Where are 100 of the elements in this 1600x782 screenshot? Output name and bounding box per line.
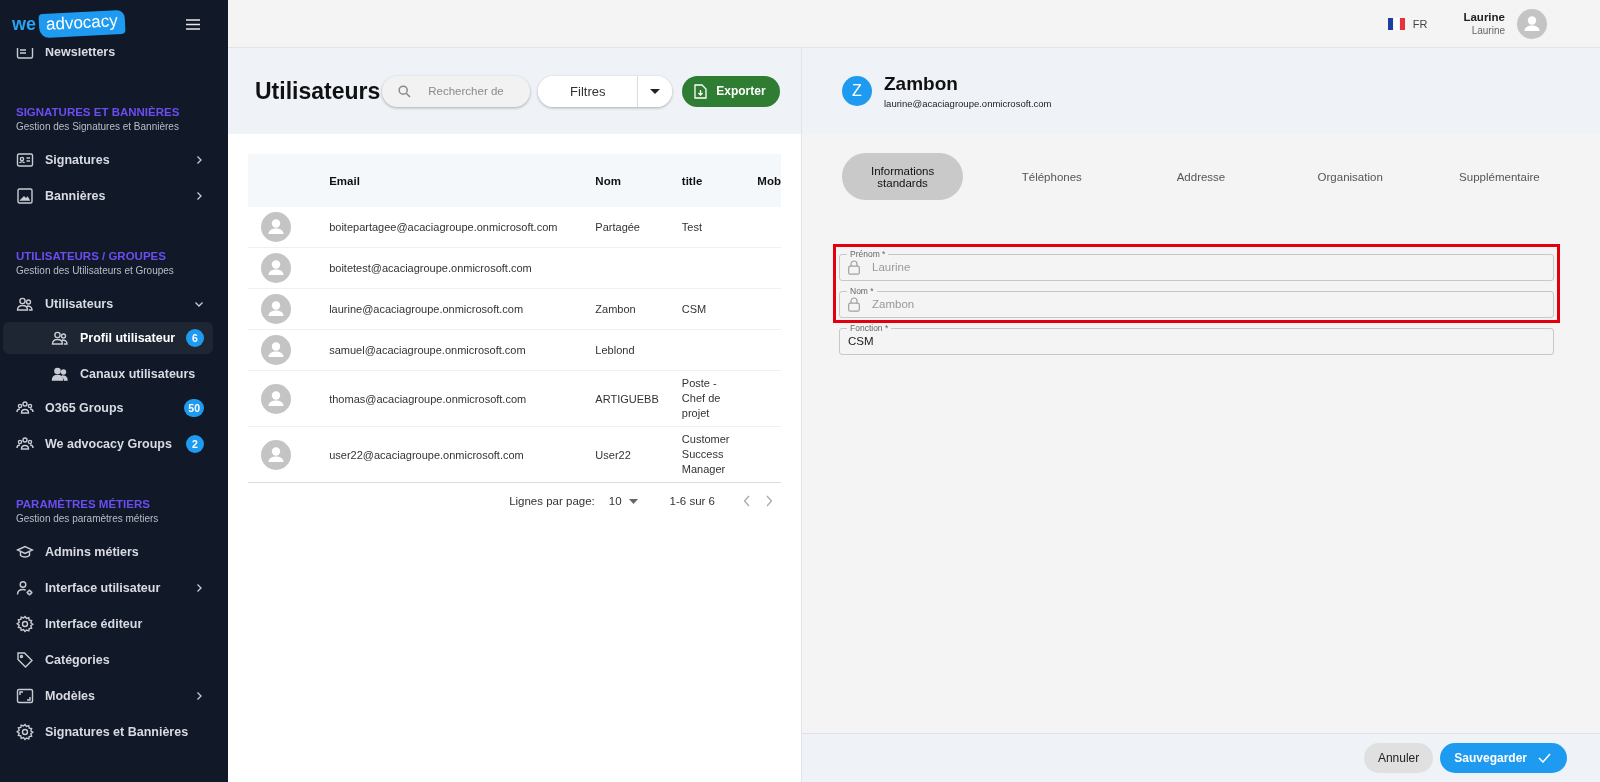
user-name: Laurine bbox=[1463, 11, 1505, 23]
avatar-icon bbox=[261, 212, 291, 242]
count-badge: 2 bbox=[186, 435, 204, 453]
tab[interactable]: Organisation bbox=[1289, 153, 1411, 200]
next-page-icon[interactable] bbox=[765, 495, 773, 507]
table-cell: User22 bbox=[595, 448, 631, 461]
file-download-icon bbox=[694, 83, 708, 99]
rows-per-page-label: Lignes par page: bbox=[509, 495, 595, 507]
page-range: 1-6 sur 6 bbox=[669, 495, 715, 507]
section-title: PARAMÈTRES MÉTIERS bbox=[16, 498, 151, 510]
gear-icon bbox=[16, 723, 34, 741]
table-cell: Leblond bbox=[595, 344, 635, 356]
users-icon bbox=[51, 329, 69, 347]
text-field[interactable]: Fonction * CSM bbox=[839, 324, 1554, 355]
users-solid-icon bbox=[51, 365, 69, 383]
group-icon bbox=[16, 399, 34, 417]
nav-item[interactable]: Bannières bbox=[0, 178, 228, 214]
tab[interactable]: Informations standards bbox=[842, 153, 964, 200]
gear-icon bbox=[16, 615, 34, 633]
nav-item[interactable]: Signatures bbox=[0, 142, 228, 178]
user-gear-icon bbox=[16, 579, 34, 597]
previous-page-icon[interactable] bbox=[743, 495, 751, 507]
nav-item[interactable]: Utilisateurs bbox=[0, 286, 228, 322]
nav-item[interactable]: Profil utilisateur 6 bbox=[3, 322, 213, 354]
nav-item[interactable]: Admins métiers bbox=[0, 534, 228, 570]
search-field[interactable]: Rechercher de bbox=[382, 75, 531, 107]
user-subtitle: Laurine bbox=[1470, 25, 1505, 36]
table-cell: Zambon bbox=[595, 303, 636, 315]
table-cell: Partagée bbox=[595, 221, 640, 233]
rows-per-page-select[interactable]: 10 bbox=[608, 495, 638, 507]
tab[interactable]: Addresse bbox=[1140, 153, 1262, 200]
language-selector[interactable]: FR bbox=[1412, 17, 1428, 30]
section-title: SIGNATURES ET BANNIÈRES bbox=[16, 106, 181, 118]
table-cell: thomas@acaciagroupe.onmicrosoft.com bbox=[329, 392, 527, 405]
lock-icon bbox=[848, 259, 860, 275]
section-title: UTILISATEURS / GROUPES bbox=[16, 250, 167, 262]
users-icon bbox=[16, 295, 34, 313]
id-card-icon bbox=[16, 151, 34, 169]
nav-item[interactable]: Catégories bbox=[0, 642, 228, 678]
chevron-down-icon bbox=[194, 299, 204, 309]
chevron-right-icon bbox=[194, 191, 204, 201]
avatar-icon bbox=[261, 335, 291, 365]
image-icon bbox=[16, 187, 34, 205]
table-cell: user22@acaciagroupe.onmicrosoft.com bbox=[329, 448, 524, 461]
check-icon bbox=[1538, 753, 1551, 763]
caret-down-icon bbox=[628, 498, 638, 504]
page-title: Utilisateurs bbox=[255, 77, 381, 105]
chevron-right-icon bbox=[194, 691, 204, 701]
tab[interactable]: Supplémentaire bbox=[1438, 153, 1560, 200]
lock-icon bbox=[848, 296, 860, 312]
filter-button[interactable]: Filtres bbox=[538, 75, 639, 107]
group-icon bbox=[16, 435, 34, 453]
chevron-right-icon bbox=[194, 155, 204, 165]
nav-item[interactable]: Canaux utilisateurs bbox=[3, 358, 213, 390]
logo: we advocacy bbox=[12, 12, 125, 36]
column-header: Nom bbox=[595, 154, 682, 207]
tab[interactable]: Téléphones bbox=[991, 153, 1113, 200]
nav-item[interactable]: Interface éditeur bbox=[0, 606, 228, 642]
newsletter-icon bbox=[16, 48, 34, 61]
avatar-icon[interactable] bbox=[1517, 8, 1547, 39]
chevron-right-icon bbox=[194, 583, 204, 593]
nav-item[interactable]: Interface utilisateur bbox=[0, 570, 228, 606]
column-header: Mob bbox=[757, 154, 781, 207]
avatar-icon bbox=[261, 383, 291, 414]
avatar-icon bbox=[261, 253, 291, 283]
table-cell-text: Customer Success Manager bbox=[681, 432, 731, 477]
table-cell: boitepartagee@acaciagroupe.onmicrosoft.com bbox=[329, 221, 558, 233]
flag-icon bbox=[1387, 17, 1405, 30]
caret-down-icon bbox=[650, 88, 661, 94]
nav-item[interactable]: We advocacy Groups 2 bbox=[0, 426, 228, 462]
table-cell: samuel@acaciagroupe.onmicrosoft.com bbox=[329, 344, 526, 356]
nav-item[interactable]: Signatures et Bannières bbox=[0, 714, 228, 750]
profile-name: Zambon bbox=[884, 73, 959, 95]
table-cell: laurine@acaciagroupe.onmicrosoft.com bbox=[329, 303, 524, 315]
menu-icon[interactable] bbox=[186, 18, 200, 30]
nav-item[interactable]: Modèles bbox=[0, 678, 228, 714]
export-button[interactable]: Exporter bbox=[682, 75, 780, 107]
avatar-icon bbox=[261, 294, 291, 324]
column-header: Email bbox=[329, 154, 596, 207]
count-badge: 50 bbox=[184, 399, 204, 417]
avatar-initial: Z bbox=[842, 76, 872, 106]
nav-item[interactable]: O365 Groups 50 bbox=[0, 390, 228, 426]
dropdown-button[interactable] bbox=[638, 75, 673, 107]
section-subtitle: Gestion des paramètres métiers bbox=[16, 513, 160, 524]
search-icon bbox=[398, 84, 412, 98]
table-cell: ARTIGUEBB bbox=[595, 392, 659, 405]
text-field[interactable]: Prénom * Laurine bbox=[839, 250, 1554, 281]
section-subtitle: Gestion des Utilisateurs et Groupes bbox=[16, 265, 175, 276]
cap-icon bbox=[16, 543, 34, 561]
text-field[interactable]: Nom * Zambon bbox=[839, 287, 1554, 318]
section-subtitle: Gestion des Signatures et Bannières bbox=[16, 121, 180, 132]
count-badge: 6 bbox=[186, 329, 204, 347]
cancel-button[interactable]: Annuler bbox=[1363, 743, 1434, 773]
table-cell-text: Poste - Chef de projet bbox=[681, 376, 722, 421]
table-cell-text: Test bbox=[681, 219, 704, 235]
column-header: title bbox=[681, 154, 758, 207]
table-cell: boitetest@acaciagroupe.onmicrosoft.com bbox=[329, 262, 532, 274]
avatar-icon bbox=[261, 439, 291, 470]
profile-email: laurine@acaciagroupe.onmicrosoft.com bbox=[884, 98, 1052, 109]
frame-icon bbox=[16, 687, 34, 705]
